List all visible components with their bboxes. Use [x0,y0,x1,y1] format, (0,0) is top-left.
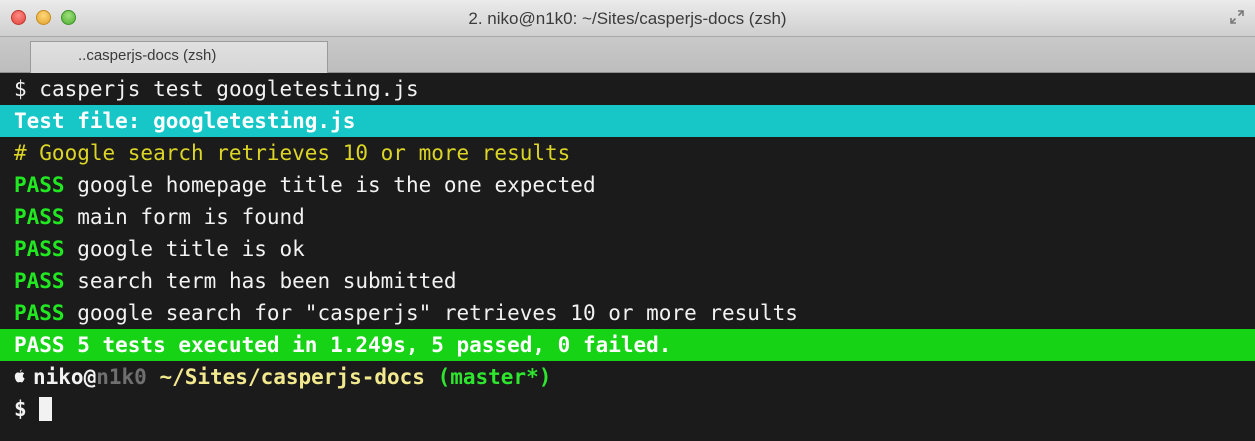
pass-label: PASS [14,205,65,229]
result-text: main form is found [64,205,305,229]
prompt-branch: (master*) [424,365,552,389]
pass-label: PASS [14,173,65,197]
pass-label: PASS [14,269,65,293]
terminal-window: 2. niko@n1k0: ~/Sites/casperjs-docs (zsh… [0,0,1255,441]
test-file-line: Test file: googletesting.js [0,105,1255,137]
result-line: PASS google search for "casperjs" retrie… [0,297,1255,329]
fullscreen-icon[interactable] [1229,9,1245,25]
input-prompt: $ [14,397,40,421]
result-text: google homepage title is the one expecte… [64,173,596,197]
result-line: PASS google title is ok [0,233,1255,265]
shell-prompt-line: niko@n1k0 ~/Sites/casperjs-docs (master*… [0,361,1255,393]
prompt-host: n1k0 [96,365,147,389]
result-line: PASS google homepage title is the one ex… [0,169,1255,201]
suite-header-line: # Google search retrieves 10 or more res… [14,141,571,165]
prompt-path: ~/Sites/casperjs-docs [146,365,425,389]
prompt-user: niko@ [33,365,97,389]
tab-label: ..casperjs-docs (zsh) [78,47,217,64]
command-text: casperjs test googletesting.js [39,77,419,101]
pass-label: PASS [14,301,65,325]
terminal-output[interactable]: $ casperjs test googletesting.js Test fi… [0,73,1255,441]
result-text: search term has been submitted [64,269,457,293]
result-line: PASS main form is found [0,201,1255,233]
result-line: PASS search term has been submitted [0,265,1255,297]
command-prompt: $ [14,77,40,101]
result-text: google title is ok [64,237,305,261]
tab-casperjs-docs[interactable]: ..casperjs-docs (zsh) [30,41,328,73]
command-line: $ casperjs test googletesting.js [0,73,1255,105]
input-line[interactable]: $ [0,393,1255,425]
tab-bar: ..casperjs-docs (zsh) [0,37,1255,73]
summary-line: PASS 5 tests executed in 1.249s, 5 passe… [0,329,1255,361]
pass-label: PASS [14,237,65,261]
apple-icon [14,369,25,383]
title-bar[interactable]: 2. niko@n1k0: ~/Sites/casperjs-docs (zsh… [0,0,1255,37]
window-title: 2. niko@n1k0: ~/Sites/casperjs-docs (zsh… [468,9,787,28]
text-cursor [39,396,53,421]
result-text: google search for "casperjs" retrieves 1… [64,301,798,325]
